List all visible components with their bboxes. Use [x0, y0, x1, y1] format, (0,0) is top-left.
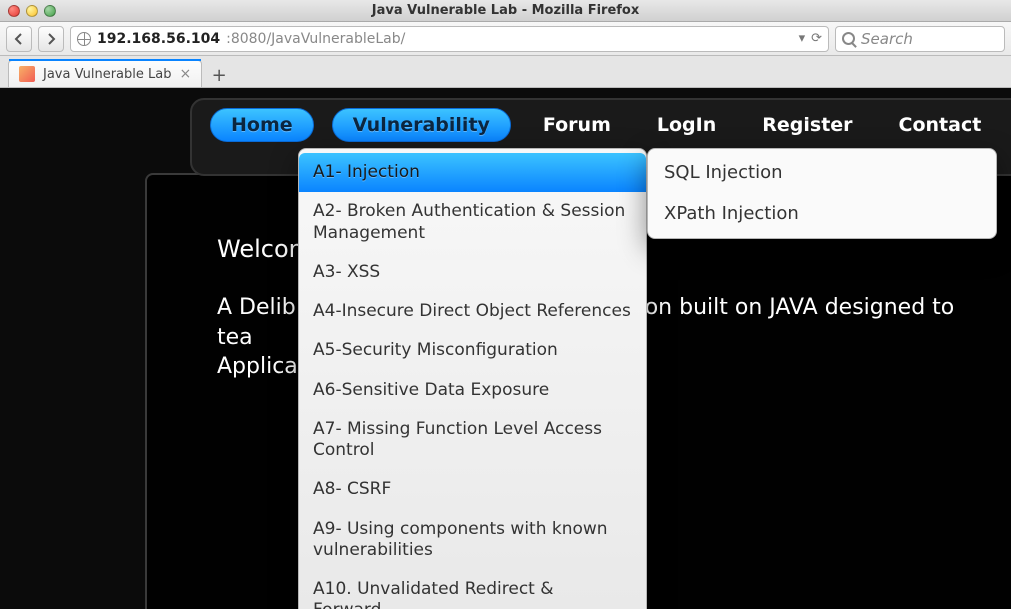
forward-button[interactable] [38, 26, 64, 52]
window-titlebar: Java Vulnerable Lab - Mozilla Firefox [0, 0, 1011, 22]
injection-submenu: SQL Injection XPath Injection [647, 148, 997, 239]
url-host: 192.168.56.104 [97, 31, 220, 47]
globe-icon [77, 32, 91, 46]
desc-frag-3: Applica [217, 354, 298, 379]
menu-a8-csrf[interactable]: A8- CSRF [299, 470, 646, 509]
menu-a1-injection[interactable]: A1- Injection [299, 153, 646, 192]
vulnerability-dropdown: A1- Injection A2- Broken Authentication … [298, 148, 647, 609]
dropdown-history-icon[interactable]: ▾ [799, 31, 806, 46]
search-placeholder: Search [861, 30, 913, 48]
menu-a9-components[interactable]: A9- Using components with known vulnerab… [299, 510, 646, 571]
nav-contact[interactable]: Contact [885, 108, 996, 142]
minimize-window-button[interactable] [26, 5, 38, 17]
browser-toolbar: 192.168.56.104 :8080/JavaVulnerableLab/ ▾… [0, 22, 1011, 56]
tab-java-vulnerable-lab[interactable]: Java Vulnerable Lab × [8, 60, 202, 87]
page-content: Welcom A Delib on built on JAVA designed… [0, 88, 1011, 609]
nav-home-label: Home [231, 114, 293, 136]
submenu-sql-injection[interactable]: SQL Injection [648, 153, 996, 194]
search-box[interactable]: Search [835, 26, 1005, 52]
back-button[interactable] [6, 26, 32, 52]
nav-vulnerability[interactable]: Vulnerability [332, 108, 511, 142]
nav-login[interactable]: LogIn [643, 108, 730, 142]
menu-a5-misconfig[interactable]: A5-Security Misconfiguration [299, 331, 646, 370]
close-window-button[interactable] [8, 5, 20, 17]
nav-home[interactable]: Home [210, 108, 314, 142]
maximize-window-button[interactable] [44, 5, 56, 17]
tab-label: Java Vulnerable Lab [43, 67, 171, 82]
window-buttons [8, 5, 56, 17]
new-tab-button[interactable]: + [206, 63, 232, 87]
menu-a2-broken-auth[interactable]: A2- Broken Authentication & Session Mana… [299, 192, 646, 253]
nav-register[interactable]: Register [748, 108, 866, 142]
nav-forum[interactable]: Forum [529, 108, 625, 142]
menu-a6-sensitive-data[interactable]: A6-Sensitive Data Exposure [299, 371, 646, 410]
nav-vulnerability-label: Vulnerability [353, 114, 490, 136]
search-icon [842, 32, 855, 45]
menu-a7-access-control[interactable]: A7- Missing Function Level Access Contro… [299, 410, 646, 471]
tab-strip: Java Vulnerable Lab × + [0, 56, 1011, 88]
tab-close-icon[interactable]: × [179, 66, 191, 82]
reload-icon[interactable]: ⟳ [811, 31, 822, 46]
desc-frag-1: A Delib [217, 295, 296, 320]
menu-a10-redirect[interactable]: A10. Unvalidated Redirect & Forward.. [299, 570, 646, 609]
url-bar[interactable]: 192.168.56.104 :8080/JavaVulnerableLab/ ▾… [70, 26, 829, 52]
menu-a4-idor[interactable]: A4-Insecure Direct Object References [299, 292, 646, 331]
window-title: Java Vulnerable Lab - Mozilla Firefox [0, 3, 1011, 18]
menu-a3-xss[interactable]: A3- XSS [299, 253, 646, 292]
submenu-xpath-injection[interactable]: XPath Injection [648, 194, 996, 235]
url-path: :8080/JavaVulnerableLab/ [226, 31, 405, 47]
favicon-icon [19, 66, 35, 82]
